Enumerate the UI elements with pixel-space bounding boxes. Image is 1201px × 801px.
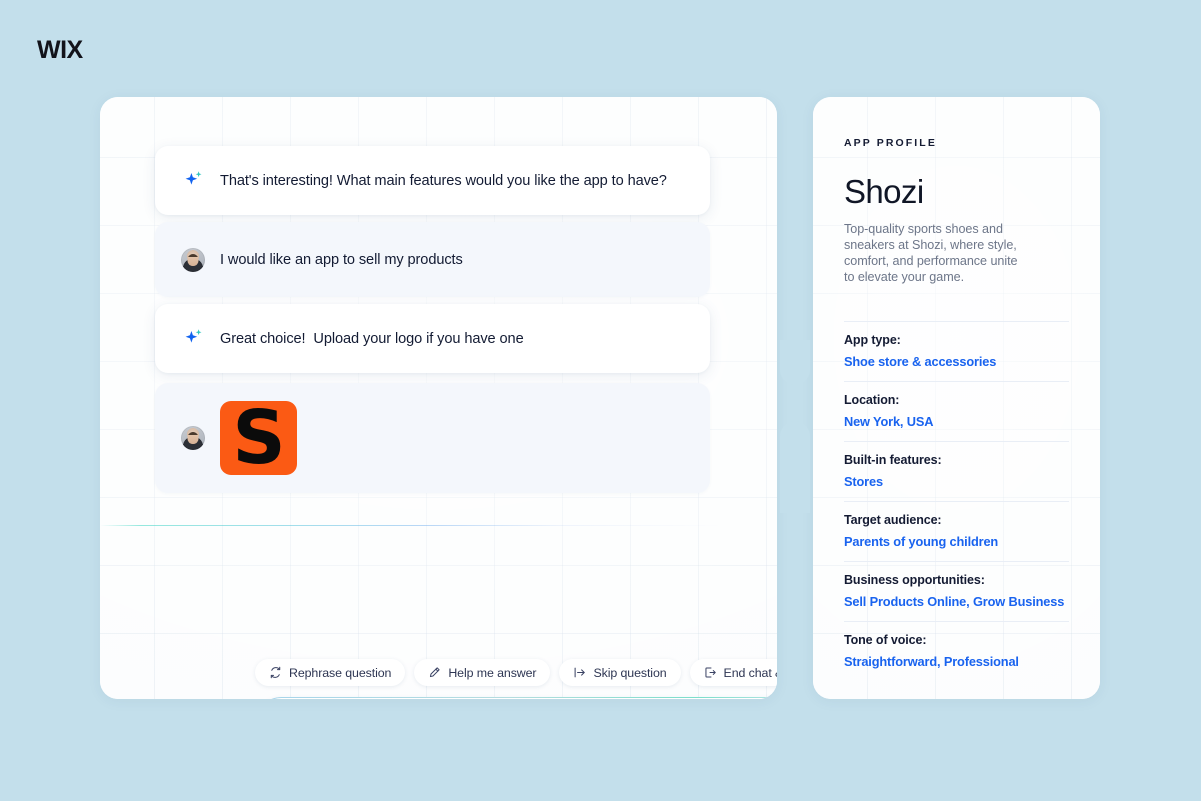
user-avatar — [178, 426, 208, 450]
action-label: End chat & continue — [723, 665, 777, 680]
row-value[interactable]: New York, USA — [844, 414, 1069, 429]
row-label: Location: — [844, 393, 900, 408]
chat-message-user-2: S — [155, 383, 710, 493]
pencil-icon — [428, 666, 441, 679]
row-value[interactable]: Straightforward, Professional — [844, 654, 1069, 669]
profile-row-tone-of-voice: Tone of voice: Straightforward, Professi… — [844, 621, 1069, 681]
panel-gap-notch-top — [780, 340, 810, 385]
row-label: App type: — [844, 333, 901, 348]
chat-message-ai-1: That's interesting! What main features w… — [155, 146, 710, 215]
profile-row-target-audience: Target audience: Parents of young childr… — [844, 501, 1069, 561]
chat-message-user-1: I would like an app to sell my products — [155, 222, 710, 297]
row-label: Target audience: — [844, 513, 942, 528]
row-label: Built-in features: — [844, 453, 942, 468]
action-label: Rephrase question — [289, 665, 392, 680]
sparkle-icon — [178, 170, 208, 191]
quick-actions-bar: Rephrase question Help me answer Skip qu… — [255, 659, 777, 686]
help-me-answer-button[interactable]: Help me answer — [414, 659, 551, 686]
action-label: Help me answer — [448, 665, 537, 680]
row-value[interactable]: Sell Products Online, Grow Business — [844, 594, 1069, 609]
skip-forward-icon — [573, 666, 586, 679]
profile-row-location: Location: New York, USA — [844, 381, 1069, 441]
chat-panel: That's interesting! What main features w… — [100, 97, 777, 699]
row-value[interactable]: Stores — [844, 474, 1069, 489]
chat-message-text: I would like an app to sell my products — [220, 251, 463, 268]
skip-question-button[interactable]: Skip question — [559, 659, 681, 686]
user-avatar — [178, 247, 208, 272]
app-profile-eyebrow: APP PROFILE — [844, 137, 937, 149]
app-profile-description: Top-quality sports shoes and sneakers at… — [844, 222, 1018, 285]
chat-message-ai-2: Great choice! Upload your logo if you ha… — [155, 304, 710, 373]
profile-row-business-opportunities: Business opportunities: Sell Products On… — [844, 561, 1069, 621]
row-value[interactable]: Shoe store & accessories — [844, 354, 1069, 369]
row-label: Business opportunities: — [844, 573, 985, 588]
refresh-icon — [269, 666, 282, 679]
row-value[interactable]: Parents of young children — [844, 534, 1069, 549]
app-profile-content: APP PROFILE Shozi Top-quality sports sho… — [813, 97, 1100, 699]
chat-message-text: That's interesting! What main features w… — [220, 172, 667, 189]
profile-row-app-type: App type: Shoe store & accessories — [844, 321, 1069, 381]
chat-message-list: That's interesting! What main features w… — [100, 97, 777, 699]
app-profile-attribute-list: App type: Shoe store & accessories Locat… — [844, 321, 1069, 681]
wix-logo: WIX — [37, 36, 83, 64]
answer-composer — [255, 697, 777, 699]
action-label: Skip question — [593, 665, 667, 680]
rephrase-question-button[interactable]: Rephrase question — [255, 659, 406, 686]
chat-message-text: Great choice! Upload your logo if you ha… — [220, 330, 524, 347]
app-profile-panel: APP PROFILE Shozi Top-quality sports sho… — [813, 97, 1100, 699]
uploaded-logo-attachment[interactable]: S — [220, 401, 297, 475]
sparkle-icon — [178, 328, 208, 349]
app-profile-title: Shozi — [844, 173, 924, 210]
panel-gap-notch-bottom — [780, 421, 810, 513]
end-chat-continue-button[interactable]: End chat & continue — [689, 659, 777, 686]
profile-row-built-in-features: Built-in features: Stores — [844, 441, 1069, 501]
exit-icon — [704, 666, 717, 679]
row-label: Tone of voice: — [844, 633, 927, 648]
